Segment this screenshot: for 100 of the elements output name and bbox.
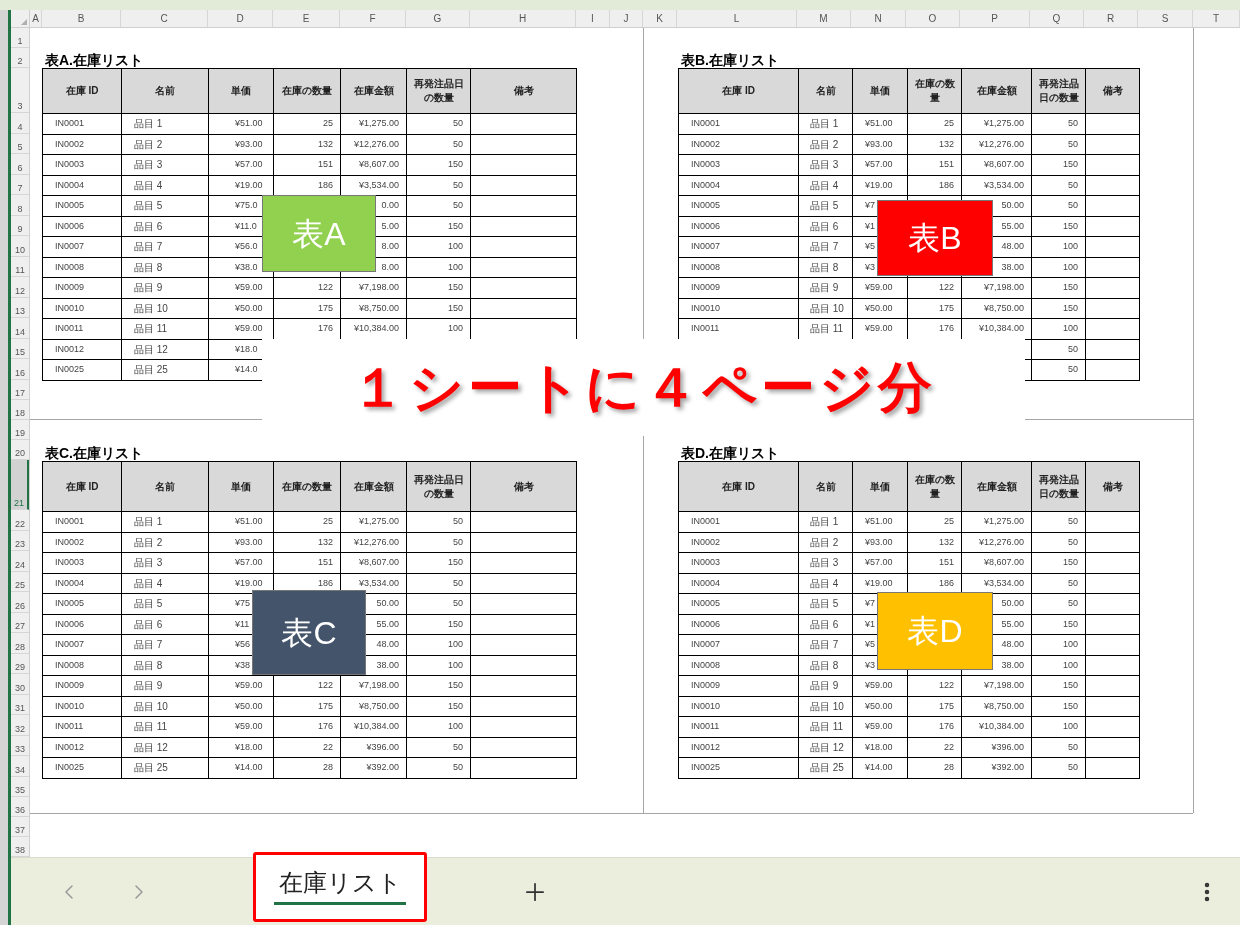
table-cell: ¥7,198.00 [341, 278, 407, 299]
table-cell: ¥8,607.00 [962, 155, 1032, 176]
table-cell: 品目 2 [799, 134, 853, 155]
column-letter[interactable]: H [518, 11, 527, 26]
column-letter[interactable]: K [656, 11, 663, 26]
row-number[interactable]: 2 [11, 48, 29, 68]
row-number[interactable]: 25 [11, 571, 29, 592]
table-cell: 50 [1032, 360, 1086, 381]
row-number[interactable]: 6 [11, 154, 29, 175]
table-cell: 25 [908, 512, 962, 533]
empty-cell [1086, 717, 1140, 738]
table-cell: IN0007 [43, 635, 122, 656]
row-number[interactable]: 7 [11, 174, 29, 195]
column-letter[interactable]: D [236, 11, 244, 26]
row-number[interactable]: 26 [11, 592, 29, 613]
table-cell: ¥59.00 [853, 278, 908, 299]
row-number[interactable]: 1 [11, 28, 29, 48]
row-number[interactable]: 32 [11, 715, 29, 736]
row-number[interactable]: 18 [11, 399, 29, 420]
table-cell: IN0003 [679, 155, 799, 176]
table-cell: 品目 3 [122, 155, 209, 176]
table-cell: 品目 7 [122, 635, 209, 656]
select-all-icon[interactable] [21, 19, 27, 25]
row-number[interactable]: 33 [11, 735, 29, 756]
row-number[interactable]: 29 [11, 653, 29, 674]
table-cell: IN0002 [679, 532, 799, 553]
table-cell: 175 [274, 696, 341, 717]
row-number[interactable]: 38 [11, 836, 29, 857]
table-cell: 品目 7 [799, 635, 853, 656]
row-number[interactable]: 3 [11, 68, 29, 113]
column-header: 単価 [853, 69, 908, 114]
row-number[interactable]: 23 [11, 530, 29, 551]
column-letter[interactable]: C [160, 11, 168, 26]
column-letter[interactable]: J [623, 11, 629, 26]
table-cell: IN0006 [679, 614, 799, 635]
column-letter[interactable]: B [77, 11, 85, 26]
column-letter[interactable]: I [591, 11, 594, 26]
table-cell: IN0010 [679, 298, 799, 319]
column-letter[interactable]: G [433, 11, 442, 26]
empty-cell [1086, 614, 1140, 635]
column-letter[interactable]: P [991, 11, 998, 26]
table-cell: 176 [274, 717, 341, 738]
row-number[interactable]: 11 [11, 256, 29, 277]
row-number[interactable]: 12 [11, 277, 29, 298]
row-number[interactable]: 27 [11, 612, 29, 633]
table-cell: ¥59.00 [209, 676, 274, 697]
column-letter[interactable]: N [874, 11, 882, 26]
table-cell: 151 [274, 155, 341, 176]
row-number[interactable]: 14 [11, 318, 29, 339]
column-letter[interactable]: L [733, 11, 740, 26]
table-cell: ¥3,534.00 [962, 175, 1032, 196]
table-cell: 100 [1032, 655, 1086, 676]
column-letter[interactable]: R [1106, 11, 1115, 26]
row-number[interactable]: 37 [11, 816, 29, 837]
row-number[interactable]: 17 [11, 379, 29, 400]
table-cell: ¥51.00 [853, 512, 908, 533]
row-number[interactable]: 15 [11, 338, 29, 359]
table-cell: 50 [407, 758, 471, 779]
table-cell: 151 [908, 155, 962, 176]
row-number[interactable]: 21 [11, 460, 29, 510]
table-cell: IN0007 [679, 635, 799, 656]
column-header: 在庫金額 [341, 462, 407, 512]
column-letter[interactable]: T [1212, 11, 1220, 26]
sheet-tab[interactable]: 在庫リスト [253, 851, 427, 922]
empty-cell [1086, 257, 1140, 278]
row-number[interactable]: 5 [11, 133, 29, 154]
column-header: 再発注品日の数量 [1032, 462, 1086, 512]
row-number[interactable]: 35 [11, 776, 29, 797]
column-letter[interactable]: E [302, 11, 310, 26]
row-number[interactable]: 30 [11, 674, 29, 695]
table-cell: 品目 11 [122, 717, 209, 738]
empty-cell [1086, 134, 1140, 155]
column-letter[interactable]: A [32, 11, 39, 26]
table-cell: ¥12,276.00 [341, 532, 407, 553]
row-number[interactable]: 31 [11, 694, 29, 715]
empty-cell [1086, 216, 1140, 237]
row-number[interactable]: 16 [11, 359, 29, 380]
row-number[interactable]: 4 [11, 113, 29, 134]
row-number[interactable]: 19 [11, 419, 29, 440]
table-cell: 132 [908, 134, 962, 155]
row-number[interactable]: 36 [11, 796, 29, 817]
row-number[interactable]: 8 [11, 195, 29, 216]
table-cell: 150 [407, 614, 471, 635]
table-cell: 品目 1 [799, 512, 853, 533]
table-cell: ¥57.00 [209, 155, 274, 176]
row-number[interactable]: 13 [11, 297, 29, 318]
table-cell: 品目 3 [799, 553, 853, 574]
table-cell: 22 [908, 737, 962, 758]
column-letter[interactable]: M [819, 11, 828, 26]
row-number[interactable]: 10 [11, 236, 29, 257]
row-number[interactable]: 28 [11, 633, 29, 654]
row-number[interactable]: 24 [11, 551, 29, 572]
column-letter[interactable]: F [369, 11, 376, 26]
row-number[interactable]: 34 [11, 756, 29, 777]
row-number[interactable]: 9 [11, 215, 29, 236]
table-cell: IN0010 [43, 298, 122, 319]
column-letter[interactable]: O [928, 11, 937, 26]
column-letter[interactable]: S [1161, 11, 1169, 26]
row-number[interactable]: 22 [11, 510, 29, 531]
column-letter[interactable]: Q [1052, 11, 1061, 26]
